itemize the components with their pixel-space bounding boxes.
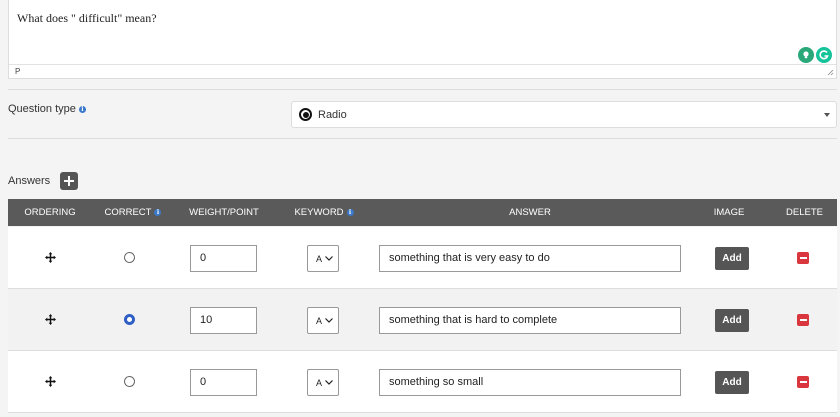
- col-image: IMAGE: [713, 207, 745, 218]
- correct-radio[interactable]: [124, 376, 135, 387]
- move-icon[interactable]: [45, 252, 56, 263]
- add-answer-button[interactable]: [60, 172, 78, 190]
- add-image-button[interactable]: Add: [715, 247, 749, 270]
- caret-down-icon: [824, 113, 830, 117]
- divider: [8, 89, 837, 90]
- keyword-select[interactable]: A: [307, 245, 339, 272]
- table-row: 10 Asomething that is hard to complete Add: [8, 289, 837, 351]
- delete-answer-button[interactable]: [797, 376, 809, 388]
- chevron-down-icon: [325, 318, 333, 323]
- keyword-value: A: [316, 377, 323, 388]
- question-type-value: Radio: [318, 108, 347, 121]
- col-weight: WEIGHT/POINT: [189, 207, 259, 218]
- element-path: P: [15, 67, 21, 76]
- move-icon[interactable]: [45, 314, 56, 325]
- add-image-button[interactable]: Add: [715, 371, 749, 394]
- answer-input[interactable]: something that is hard to complete: [379, 307, 681, 334]
- answers-table-header: ORDERING CORRECT i WEIGHT/POINT KEYWORD i …: [8, 199, 837, 226]
- editor-content[interactable]: What does " difficult" mean?: [17, 11, 157, 26]
- weight-input[interactable]: 0: [190, 245, 257, 272]
- col-keyword: KEYWORD i: [274, 199, 374, 226]
- correct-radio[interactable]: [124, 314, 135, 325]
- col-delete: DELETE: [786, 207, 823, 218]
- editor-statusbar: P: [9, 64, 836, 78]
- answer-input[interactable]: something so small: [379, 369, 681, 396]
- question-type-text: Question type: [8, 103, 76, 115]
- question-type-select[interactable]: Radio: [291, 101, 837, 128]
- keyword-select[interactable]: A: [307, 307, 339, 334]
- delete-answer-button[interactable]: [797, 252, 809, 264]
- divider: [8, 138, 837, 139]
- plus-icon: [64, 176, 74, 186]
- table-row: 0 Asomething that is very easy to do Add: [8, 227, 837, 289]
- question-type-label: Question type i: [8, 103, 86, 115]
- table-row: 0 Asomething so small Add: [8, 351, 837, 413]
- keyword-select[interactable]: A: [307, 369, 339, 396]
- grammarly-icon[interactable]: [816, 47, 832, 63]
- add-image-button[interactable]: Add: [715, 309, 749, 332]
- info-icon[interactable]: i: [346, 209, 354, 216]
- correct-radio[interactable]: [124, 252, 135, 263]
- delete-answer-button[interactable]: [797, 314, 809, 326]
- keyword-value: A: [316, 253, 323, 264]
- chevron-down-icon: [325, 256, 333, 261]
- radio-type-icon: [299, 108, 312, 121]
- weight-input[interactable]: 0: [190, 369, 257, 396]
- weight-input[interactable]: 10: [190, 307, 257, 334]
- chevron-down-icon: [325, 380, 333, 385]
- editor-tools: [798, 47, 832, 63]
- question-editor[interactable]: What does " difficult" mean? P: [8, 0, 837, 79]
- answer-input[interactable]: something that is very easy to do: [379, 245, 681, 272]
- keyword-value: A: [316, 315, 323, 326]
- resize-handle-icon[interactable]: [826, 68, 834, 76]
- info-icon[interactable]: i: [78, 105, 86, 113]
- info-icon[interactable]: i: [154, 209, 162, 216]
- col-correct: CORRECT i: [92, 199, 174, 226]
- move-icon[interactable]: [45, 376, 56, 387]
- answers-title: Answers: [8, 175, 51, 187]
- col-answer: ANSWER: [509, 207, 551, 218]
- col-ordering: ORDERING: [24, 207, 76, 218]
- lightbulb-icon[interactable]: [798, 47, 814, 63]
